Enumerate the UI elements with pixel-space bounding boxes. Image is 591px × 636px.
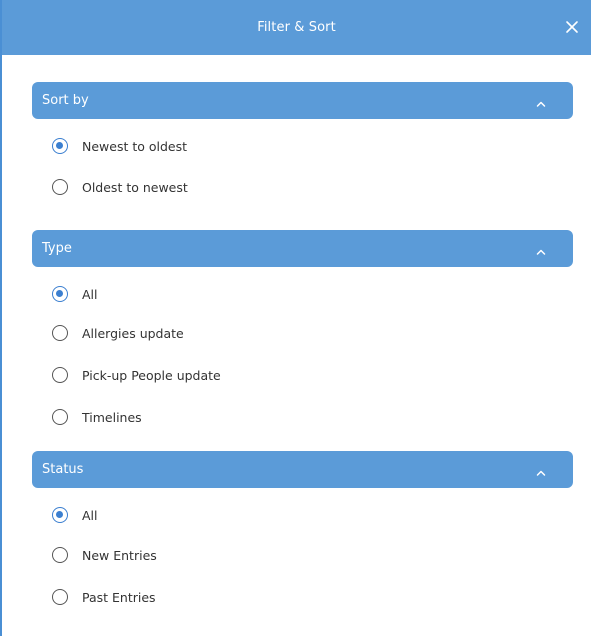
filter-sort-panel: Filter & Sort Sort by Newest to oldest O… (0, 0, 591, 636)
radio-button[interactable] (52, 547, 68, 563)
chevron-up-icon (535, 242, 547, 255)
radio-button[interactable] (52, 138, 68, 154)
option-label: All (82, 507, 98, 523)
option-label: Timelines (82, 409, 142, 425)
radio-option-new-entries[interactable]: New Entries (52, 544, 157, 566)
section-header-type[interactable]: Type (32, 230, 573, 267)
radio-option-status-all[interactable]: All (52, 504, 98, 526)
option-label: Newest to oldest (82, 138, 188, 154)
radio-option-type-all[interactable]: All (52, 283, 98, 305)
section-label: Sort by (42, 93, 89, 108)
option-label: Past Entries (82, 589, 156, 605)
option-label: Pick-up People update (82, 367, 221, 383)
radio-button[interactable] (52, 409, 68, 425)
radio-option-newest-to-oldest[interactable]: Newest to oldest (52, 135, 187, 157)
radio-option-pick-up-people-update[interactable]: Pick-up People update (52, 364, 221, 386)
section-header-status[interactable]: Status (32, 451, 573, 488)
radio-option-oldest-to-newest[interactable]: Oldest to newest (52, 176, 188, 198)
radio-button[interactable] (52, 286, 68, 302)
section-label: Status (42, 462, 84, 477)
radio-button[interactable] (52, 179, 68, 195)
radio-button[interactable] (52, 507, 68, 523)
radio-button[interactable] (52, 325, 68, 341)
radio-option-past-entries[interactable]: Past Entries (52, 586, 156, 608)
section-header-sort-by[interactable]: Sort by (32, 82, 573, 119)
option-label: All (82, 286, 98, 302)
radio-button[interactable] (52, 589, 68, 605)
panel-title: Filter & Sort (257, 20, 336, 35)
close-icon[interactable] (563, 18, 581, 36)
section-label: Type (42, 241, 72, 256)
panel-header: Filter & Sort (2, 0, 591, 55)
chevron-up-icon (535, 463, 547, 476)
option-label: New Entries (82, 547, 157, 563)
radio-option-allergies-update[interactable]: Allergies update (52, 322, 184, 344)
option-label: Allergies update (82, 325, 184, 341)
option-label: Oldest to newest (82, 179, 188, 195)
radio-option-timelines[interactable]: Timelines (52, 406, 142, 428)
radio-button[interactable] (52, 367, 68, 383)
chevron-up-icon (535, 94, 547, 107)
